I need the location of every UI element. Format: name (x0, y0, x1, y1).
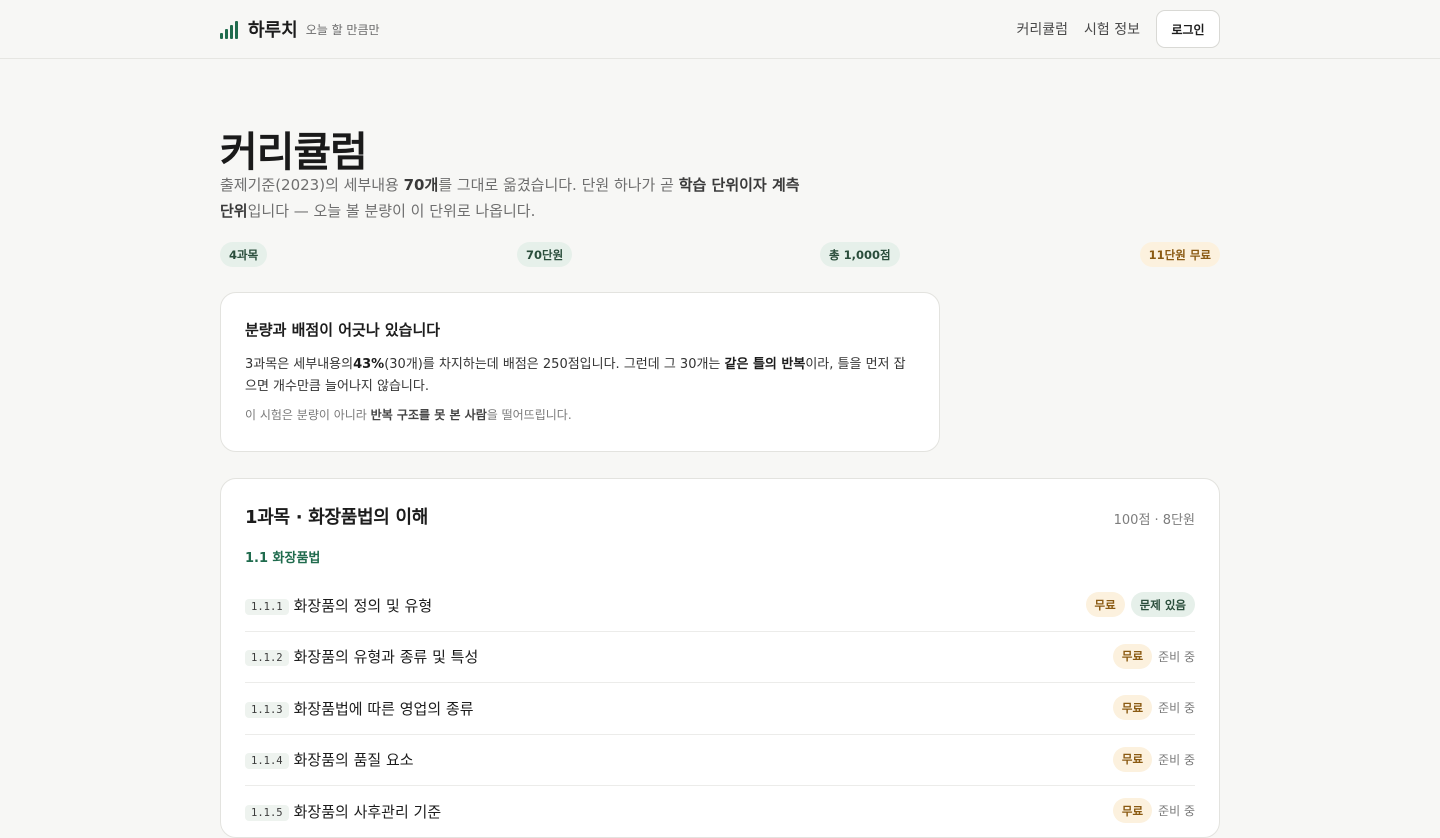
brand-tagline: 오늘 할 만큼만 (305, 22, 380, 37)
intro-text: 입니다 — 오늘 볼 분량이 이 단위로 나옵니다. (247, 202, 536, 220)
stats-row: 4과목 70단원 총 1,000점 11단원 무료 (220, 242, 1220, 268)
insight-title: 분량과 배점이 어긋나 있습니다 (245, 321, 441, 339)
unit-list: 1.1.1 화장품의 정의 및 유형 무료 문제 있음 1.1.2 화장품의 유… (245, 580, 1195, 837)
subject-header: 1과목 · 화장품법의 이해 100점 · 8단원 (245, 503, 1195, 543)
unit-title: 화장품법에 따른 영업의 종류 (293, 699, 474, 718)
has-questions-badge: 문제 있음 (1130, 592, 1195, 617)
section-title: 1.1 화장품법 (245, 551, 321, 566)
unit-row[interactable]: 1.1.4 화장품의 품질 요소 무료 준비 중 (245, 735, 1195, 786)
insight-footnote-text: 을 떨어뜨립니다. (486, 408, 572, 422)
unit-title: 화장품의 유형과 종류 및 특성 (293, 648, 479, 667)
free-units-badge: 11단원 무료 (1139, 242, 1220, 267)
insight-highlight: 같은 틀의 반복 (724, 357, 806, 372)
page-title: 커리큘럼 (220, 128, 368, 176)
nav-exam-info-link[interactable]: 시험 정보 (1084, 19, 1140, 39)
free-badge: 무료 (1085, 592, 1125, 617)
unit-code: 1.1.5 (245, 805, 289, 822)
login-button[interactable]: 로그인 (1156, 10, 1220, 48)
top-bar: 하루치 오늘 할 만큼만 커리큘럼 시험 정보 로그인 (0, 0, 1440, 59)
unit-tags: 무료 문제 있음 (1085, 592, 1195, 617)
subject-meta: 100점 · 8단원 (1113, 513, 1195, 528)
brand[interactable]: 하루치 오늘 할 만큼만 (220, 16, 380, 42)
unit-tags: 무료 준비 중 (1112, 695, 1195, 720)
unit-row[interactable]: 1.1.3 화장품법에 따른 영업의 종류 무료 준비 중 (245, 683, 1195, 735)
insight-footnote-highlight: 반복 구조를 못 본 사람 (370, 408, 487, 422)
page-intro: 출제기준(2023)의 세부내용 70개를 그대로 옮겼습니다. 단원 하나가 … (220, 172, 810, 224)
brand-name: 하루치 (248, 20, 298, 41)
bar-chart-icon (220, 19, 240, 39)
insight-body: 3과목은 세부내용의43%(30개)를 차지하는데 배점은 250점입니다. 그… (245, 354, 915, 398)
subject-title: 1과목 · 화장품법의 이해 (245, 507, 429, 528)
unit-tags: 무료 준비 중 (1112, 746, 1195, 772)
unit-row[interactable]: 1.1.5 화장품의 사후관리 기준 무료 준비 중 (245, 786, 1195, 837)
insight-footnote-text: 이 시험은 분량이 아니라 (245, 408, 371, 422)
unit-tags: 무료 준비 중 (1112, 798, 1195, 823)
total-points-badge: 총 1,000점 (820, 242, 900, 267)
free-badge: 무료 (1112, 695, 1153, 720)
unit-title: 화장품의 품질 요소 (293, 751, 414, 770)
main-nav: 커리큘럼 시험 정보 로그인 (1016, 10, 1220, 48)
insight-footnote: 이 시험은 분량이 아니라 반복 구조를 못 본 사람을 떨어뜨립니다. (245, 406, 915, 423)
unit-row[interactable]: 1.1.1 화장품의 정의 및 유형 무료 문제 있음 (245, 580, 1195, 632)
unit-code: 1.1.1 (245, 598, 289, 615)
unit-code: 1.1.3 (245, 701, 289, 718)
status-label: 준비 중 (1158, 649, 1195, 664)
free-badge: 무료 (1112, 746, 1153, 772)
subject-card: 1과목 · 화장품법의 이해 100점 · 8단원 1.1 화장품법 1.1.1… (220, 478, 1220, 838)
status-label: 준비 중 (1158, 701, 1195, 715)
status-label: 준비 중 (1158, 804, 1195, 818)
unit-title: 화장품의 정의 및 유형 (293, 596, 433, 615)
insight-highlight: 43% (353, 357, 385, 372)
intro-text: 출제기준(2023)의 세부내용 (220, 176, 404, 194)
unit-tags: 무료 준비 중 (1112, 643, 1195, 669)
nav-curriculum-link[interactable]: 커리큘럼 (1016, 19, 1068, 39)
free-badge: 무료 (1112, 798, 1153, 823)
unit-title: 화장품의 사후관리 기준 (293, 803, 442, 822)
unit-code: 1.1.4 (245, 753, 289, 770)
units-count-badge: 70단원 (517, 242, 573, 267)
intro-highlight: 70개 (403, 176, 439, 194)
free-badge: 무료 (1112, 643, 1153, 669)
status-label: 준비 중 (1158, 752, 1195, 767)
subjects-count-badge: 4과목 (220, 242, 268, 267)
insight-card: 분량과 배점이 어긋나 있습니다 3과목은 세부내용의43%(30개)를 차지하… (220, 292, 940, 452)
intro-text: 를 그대로 옮겼습니다. 단원 하나가 곧 (438, 176, 679, 194)
unit-code: 1.1.2 (245, 650, 289, 667)
insight-text: (30개)를 차지하는데 배점은 250점입니다. 그런데 그 30개는 (384, 357, 725, 372)
unit-row[interactable]: 1.1.2 화장품의 유형과 종류 및 특성 무료 준비 중 (245, 632, 1195, 683)
insight-text: 3과목은 세부내용의 (245, 357, 354, 372)
